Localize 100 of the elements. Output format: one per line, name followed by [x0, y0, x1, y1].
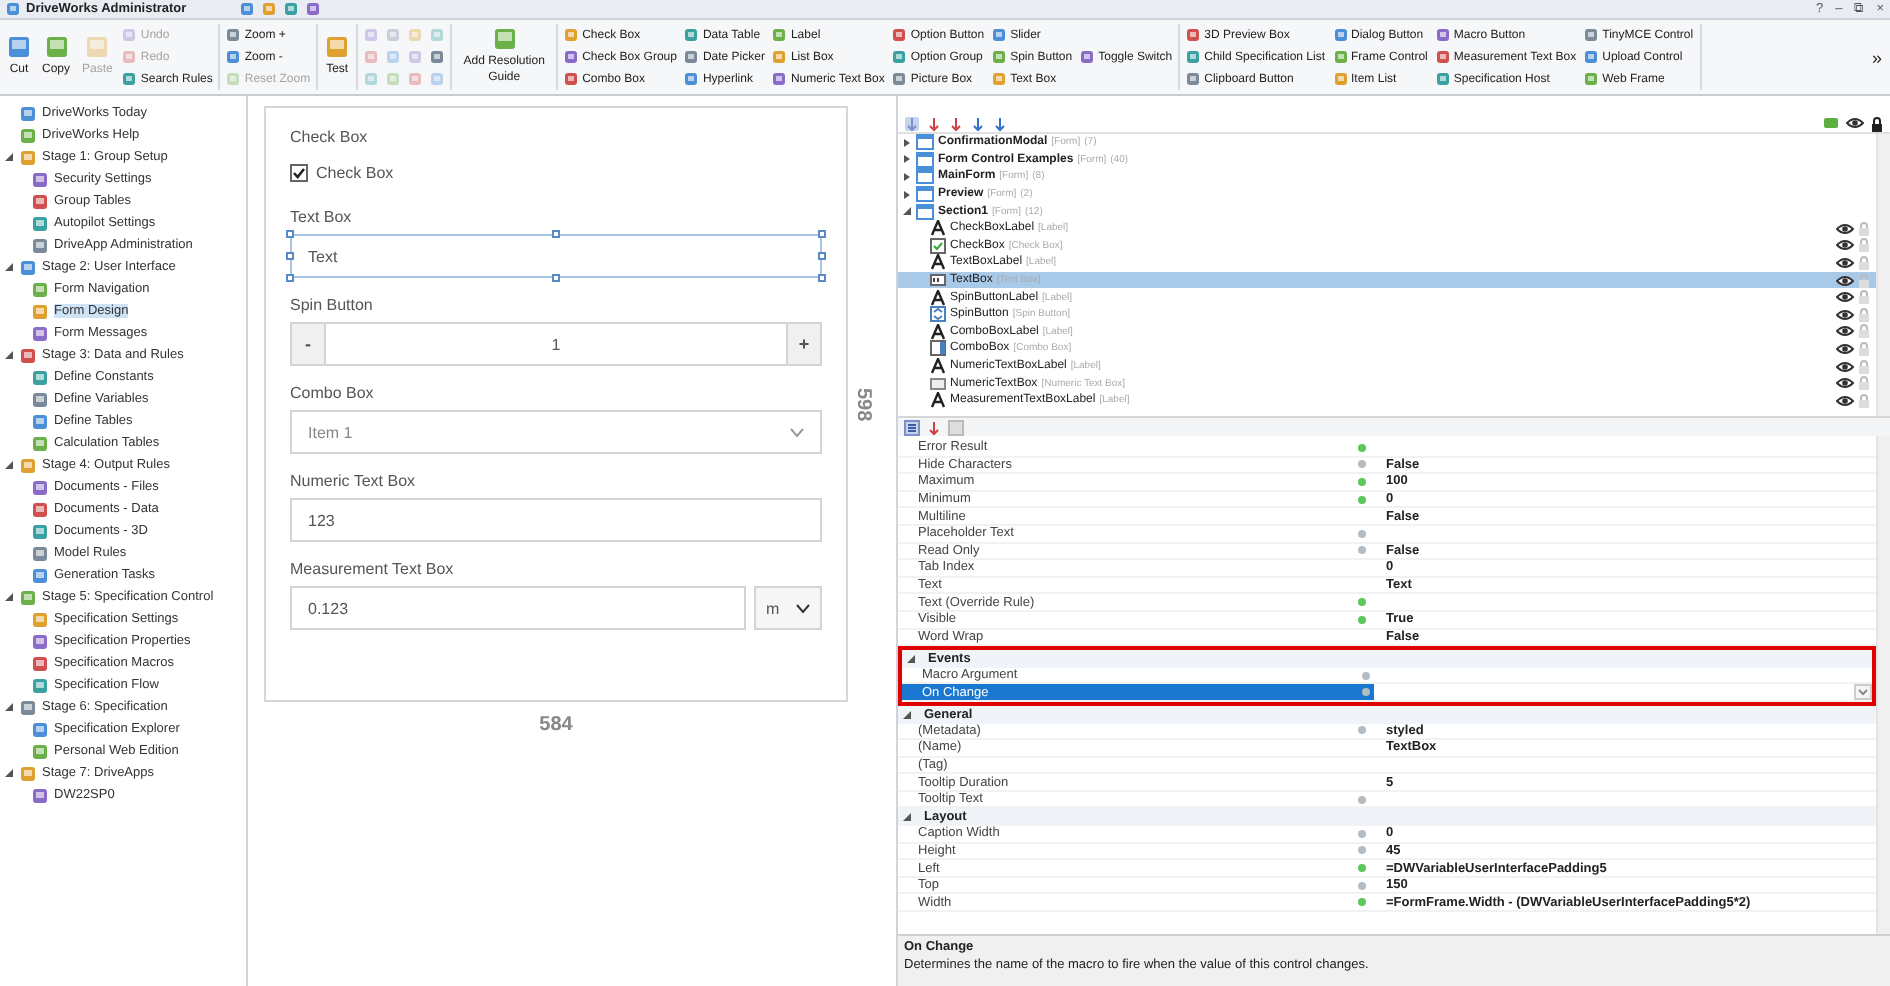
- tile-icon: [1435, 72, 1450, 86]
- checkbox-icon: [930, 237, 946, 254]
- tile-icon: [20, 149, 36, 165]
- tile-icon: [20, 589, 36, 605]
- window-icon: [916, 186, 934, 203]
- label-icon: [930, 323, 946, 340]
- tile-icon: [326, 35, 349, 58]
- ribbon-icon-button[interactable]: [430, 47, 445, 67]
- tile-icon: [32, 721, 48, 737]
- tile-icon: [32, 171, 48, 187]
- tile-icon: [1584, 28, 1599, 42]
- collapse-arrow-icon: [902, 812, 912, 823]
- tile-icon: [1186, 50, 1201, 64]
- tile-icon: [32, 237, 48, 253]
- window-icon: [916, 168, 934, 185]
- tile-icon: [386, 72, 401, 86]
- tile-icon: [20, 347, 36, 363]
- tile-icon: [430, 72, 445, 86]
- tile-icon: [8, 35, 30, 58]
- tile-icon: [20, 127, 36, 143]
- tile-icon: [364, 28, 379, 42]
- tile-icon: [32, 545, 48, 561]
- tile-icon: [1584, 50, 1599, 64]
- label-icon: [930, 220, 946, 237]
- tile-icon: [892, 28, 907, 42]
- label-icon: [930, 289, 946, 306]
- tile-icon: [20, 765, 36, 781]
- checkbox[interactable]: Check Box: [290, 154, 822, 190]
- tile-icon: [684, 72, 699, 86]
- tile-icon: [226, 50, 241, 64]
- window-icon: [916, 151, 934, 168]
- tile-icon: [1186, 28, 1201, 42]
- tile-icon: [45, 35, 67, 58]
- window-icon: [916, 134, 934, 151]
- width-dimension: 584: [537, 714, 575, 736]
- resize-handle[interactable]: [552, 274, 560, 282]
- tile-icon: [122, 50, 137, 64]
- tile-icon: [1435, 28, 1450, 42]
- text-field[interactable]: Text: [290, 234, 822, 278]
- tile-icon: [32, 523, 48, 539]
- tile-icon: [226, 28, 241, 42]
- numeric-icon: [930, 375, 946, 392]
- tile-icon: [430, 28, 445, 42]
- tile-icon: [386, 28, 401, 42]
- resize-handle[interactable]: [286, 274, 294, 282]
- tile-icon: [20, 457, 36, 473]
- tile-icon: [86, 35, 109, 58]
- combo-box[interactable]: Item 1: [290, 410, 822, 454]
- tile-icon: [284, 2, 299, 16]
- tile-icon: [386, 50, 401, 64]
- tile-icon: [32, 479, 48, 495]
- tile-icon: [364, 72, 379, 86]
- tile-icon: [262, 2, 277, 16]
- tile-icon: [32, 787, 48, 803]
- collapse-arrow-icon: [902, 709, 912, 720]
- tile-icon: [1435, 50, 1450, 64]
- sort-icon: [926, 115, 942, 131]
- collapse-arrow-icon: [906, 653, 916, 664]
- tile-icon: [992, 72, 1007, 86]
- spin-icon: [930, 306, 946, 323]
- resize-handle[interactable]: [818, 274, 826, 282]
- unit-dropdown[interactable]: m: [754, 586, 822, 630]
- resize-handle[interactable]: [286, 230, 294, 238]
- overflow-button[interactable]: »: [1871, 47, 1890, 67]
- scrollbar[interactable]: [1876, 134, 1890, 416]
- resize-handle[interactable]: [552, 230, 560, 238]
- measurement-field[interactable]: 0.123: [290, 586, 746, 630]
- tile-icon: [364, 50, 379, 64]
- tile-icon: [564, 28, 579, 42]
- tile-icon: [684, 28, 699, 42]
- resize-handle[interactable]: [286, 252, 294, 260]
- text-field[interactable]: 123: [290, 498, 822, 542]
- tile-icon: [1186, 72, 1201, 86]
- field-label: Spin Button: [290, 296, 375, 314]
- resize-handle[interactable]: [818, 252, 826, 260]
- window-icon: [916, 203, 934, 220]
- scrollbar[interactable]: [1876, 436, 1890, 934]
- sort-icon: [992, 115, 1008, 131]
- resize-handle[interactable]: [818, 230, 826, 238]
- sort-icon: [948, 115, 964, 131]
- chevron-down-icon: [796, 603, 810, 613]
- field-label: Numeric Text Box: [290, 472, 418, 490]
- tile-icon: [408, 72, 423, 86]
- tile-icon: [1333, 72, 1348, 86]
- increment-button[interactable]: +: [788, 324, 820, 364]
- tile-icon: [1333, 50, 1348, 64]
- decrement-button[interactable]: -: [292, 324, 324, 364]
- sort-icon: [904, 115, 920, 131]
- tile-icon: [32, 677, 48, 693]
- tile-icon: [32, 325, 48, 341]
- sort-icon: [926, 419, 942, 435]
- tile-icon: [32, 743, 48, 759]
- tile-icon: [408, 28, 423, 42]
- tile-icon: [226, 72, 241, 86]
- tile-icon: [772, 50, 787, 64]
- tile-icon: [32, 303, 48, 319]
- tile-icon: [430, 50, 445, 64]
- tile-icon: [32, 369, 48, 385]
- tile-icon: [992, 28, 1007, 42]
- label-icon: [930, 254, 946, 271]
